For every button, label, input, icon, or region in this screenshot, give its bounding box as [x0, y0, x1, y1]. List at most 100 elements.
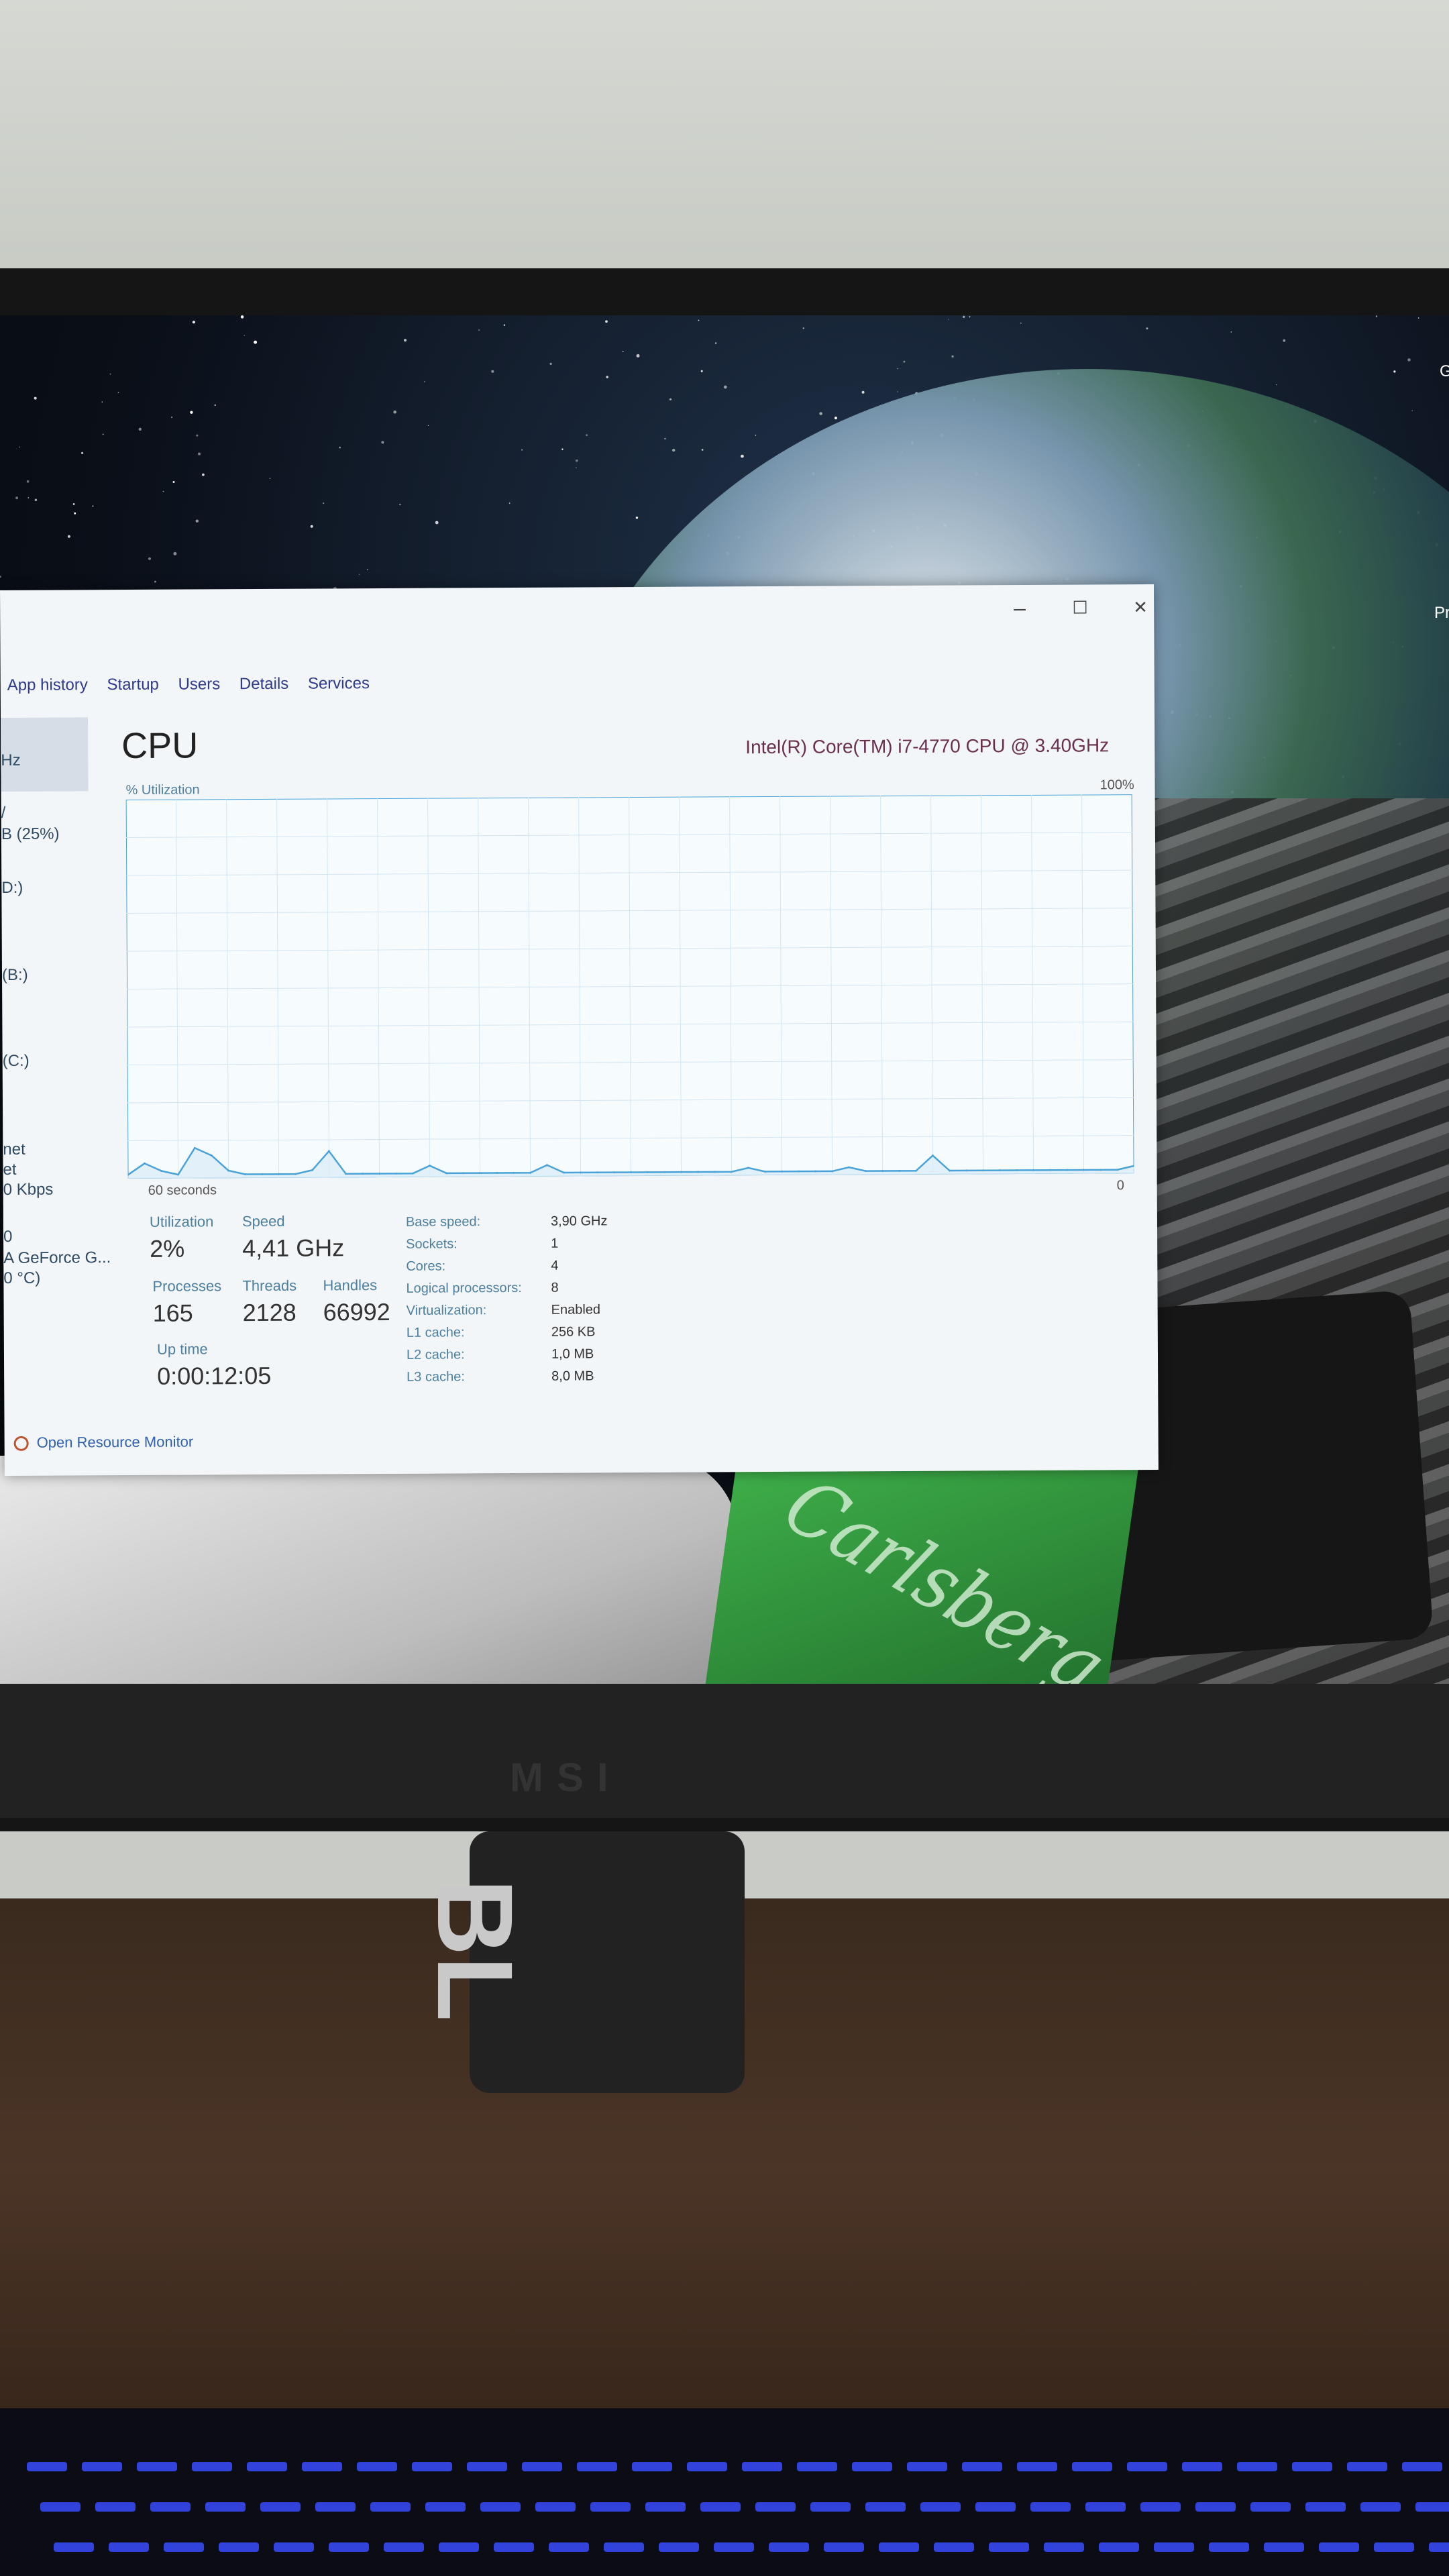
minimize-button[interactable]: –: [1006, 594, 1033, 621]
tab-users[interactable]: Users: [178, 675, 220, 693]
star: [1275, 384, 1277, 386]
star: [173, 551, 177, 555]
star: [196, 434, 199, 437]
threads-value: 2128: [242, 1298, 297, 1327]
star: [154, 580, 156, 583]
keyboard: [0, 2408, 1449, 2576]
star: [1020, 322, 1022, 324]
tab-details[interactable]: Details: [239, 675, 288, 693]
keyboard-key: [260, 2502, 301, 2512]
cpu-utilization-point: [999, 1169, 1002, 1172]
star: [605, 320, 608, 323]
sidebar-item-disk-b[interactable]: (B:): [2, 966, 28, 985]
star: [399, 503, 401, 506]
keyboard-key: [480, 2502, 521, 2512]
keyboard-key: [1237, 2462, 1277, 2471]
sidebar-item-memory-value[interactable]: B (25%): [1, 825, 60, 844]
keyboard-key: [27, 2462, 67, 2471]
keyboard-key: [852, 2462, 892, 2471]
star: [310, 525, 313, 528]
keyboard-key: [439, 2542, 479, 2552]
star: [669, 398, 672, 400]
cpu-utilization-point: [613, 1171, 616, 1174]
processes-value: 165: [152, 1299, 193, 1327]
star: [834, 417, 837, 420]
star: [192, 321, 195, 324]
star: [948, 319, 949, 320]
cpu-utilization-point: [462, 1172, 465, 1175]
sidebar-item-gpu[interactable]: 0: [3, 1228, 13, 1246]
cpu-utilization-point: [898, 1169, 901, 1172]
star: [0, 576, 1, 578]
desktop-edge-text-right: Pr: [1434, 604, 1449, 622]
star: [26, 480, 30, 483]
cpu-utilization-point: [412, 1172, 415, 1175]
title-bar[interactable]: – ☐ ✕: [0, 584, 1154, 637]
star: [381, 441, 384, 444]
keyboard-key: [824, 2542, 864, 2552]
star: [672, 448, 676, 452]
keyboard-key: [1264, 2542, 1304, 2552]
close-button[interactable]: ✕: [1127, 594, 1154, 621]
tab-services[interactable]: Services: [308, 674, 370, 692]
keyboard-key: [164, 2542, 204, 2552]
sidebar-item-disk-d[interactable]: D:): [1, 879, 23, 898]
keyboard-key: [590, 2502, 631, 2512]
star: [214, 404, 216, 407]
keyboard-key: [975, 2502, 1016, 2512]
keyboard-key: [205, 2502, 246, 2512]
cpu-utilization-point: [261, 1173, 264, 1175]
keyboard-key: [604, 2542, 644, 2552]
cpu-utilization-point: [1016, 1169, 1018, 1171]
cpu-utilization-point: [294, 1173, 297, 1175]
star: [393, 411, 396, 414]
star: [664, 437, 666, 440]
keyboard-key: [535, 2502, 576, 2512]
star: [1230, 331, 1232, 333]
star: [34, 396, 37, 400]
cpu-utilization-point: [1066, 1169, 1069, 1171]
sidebar-item-gpu-temp[interactable]: 0 °C): [3, 1269, 40, 1288]
beer-logo-text: Carlsberg: [767, 1460, 1122, 1684]
cpu-utilization-point: [731, 1171, 733, 1173]
keyboard-key: [879, 2542, 919, 2552]
tab-app-history[interactable]: App history: [7, 676, 88, 694]
cpu-utilization-point: [663, 1171, 666, 1173]
cpu-utilization-point: [1032, 1169, 1035, 1171]
cpu-utilization-point: [479, 1172, 482, 1175]
keyboard-key: [1017, 2462, 1057, 2471]
open-resource-monitor-label[interactable]: Open Resource Monitor: [37, 1434, 194, 1451]
virtualization-label: Virtualization:: [406, 1303, 487, 1318]
cpu-utilization-point: [931, 1155, 934, 1157]
keyboard-key: [755, 2502, 796, 2512]
cpu-utilization-point: [781, 1170, 784, 1173]
star: [897, 368, 899, 370]
sidebar-item-cpu-text[interactable]: Hz: [1, 751, 20, 770]
keyboard-key: [1127, 2462, 1167, 2471]
sidebar-item-ethernet[interactable]: net: [3, 1140, 25, 1159]
sidebar-item-disk-c[interactable]: (C:): [3, 1052, 30, 1071]
keyboard-key: [865, 2502, 906, 2512]
cpu-utilization-point: [1083, 1169, 1085, 1171]
keyboard-key: [700, 2502, 741, 2512]
keyboard-key: [302, 2462, 342, 2471]
cpu-utilization-point: [949, 1169, 951, 1172]
star: [606, 376, 608, 378]
astronaut-wallpaper: [0, 1456, 738, 1684]
handles-value: 66992: [323, 1297, 390, 1326]
sidebar-item-ethernet-rate[interactable]: 0 Kbps: [3, 1181, 54, 1199]
utilization-axis-label: % Utilization: [125, 782, 200, 798]
sidebar-item-ethernet-sub[interactable]: et: [3, 1161, 16, 1179]
star: [897, 391, 898, 392]
graph-time-right-label: 0: [1116, 1178, 1124, 1193]
sidebar-item-gpu-name[interactable]: A GeForce G...: [3, 1248, 111, 1268]
open-resource-monitor-link[interactable]: Open Resource Monitor: [13, 1434, 194, 1452]
tab-startup[interactable]: Startup: [107, 676, 159, 694]
keyboard-key: [1072, 2462, 1112, 2471]
keyboard-key: [1154, 2542, 1194, 2552]
cpu-utilization-point: [1116, 1169, 1119, 1171]
star: [636, 354, 640, 358]
maximize-button[interactable]: ☐: [1067, 594, 1093, 621]
keyboard-key: [1250, 2502, 1291, 2512]
sidebar-item-memory-text[interactable]: /: [1, 804, 6, 822]
